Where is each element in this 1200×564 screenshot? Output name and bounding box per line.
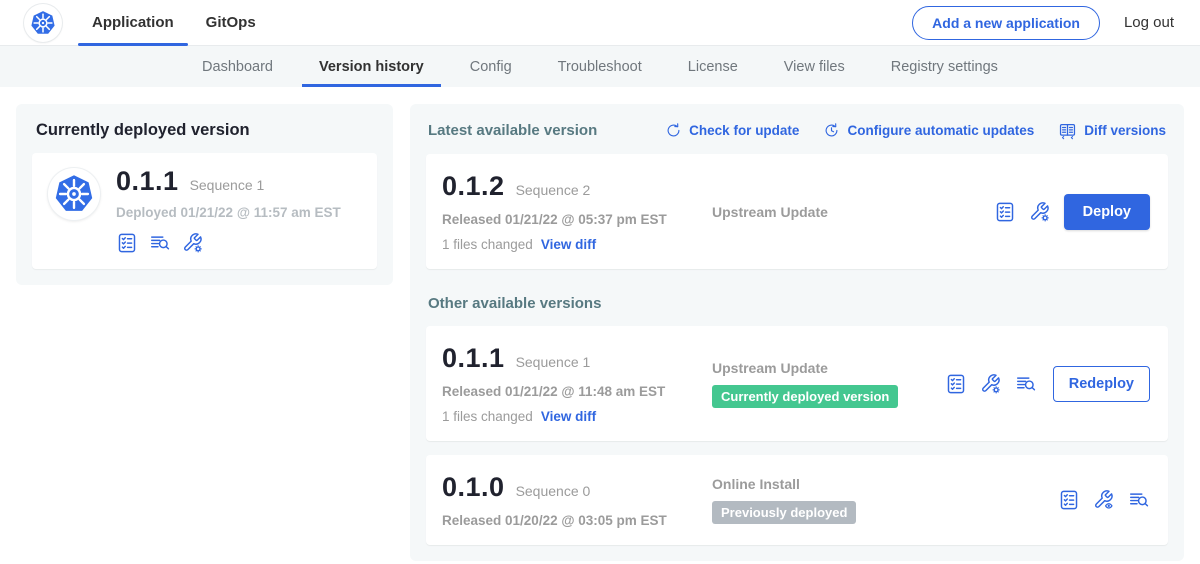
version-sequence: Sequence 0 — [516, 483, 591, 499]
deployed-sequence: Sequence 1 — [190, 177, 265, 193]
app-sub-nav: Dashboard Version history Config Trouble… — [0, 46, 1200, 87]
version-card-0-1-2: 0.1.2 Sequence 2 Released 01/21/22 @ 05:… — [426, 154, 1168, 269]
diff-versions-link[interactable]: Diff versions — [1058, 121, 1166, 140]
tab-application-label: Application — [92, 14, 174, 31]
preflight-checklist-icon[interactable] — [1058, 489, 1080, 511]
configure-automatic-updates-label: Configure automatic updates — [847, 123, 1034, 138]
currently-deployed-badge: Currently deployed version — [712, 385, 898, 408]
subnav-tab-view-files-label: View files — [784, 59, 845, 75]
topnav-tabs: Application GitOps — [76, 0, 272, 45]
top-nav: Application GitOps Add a new application… — [0, 0, 1200, 46]
version-number: 0.1.0 — [442, 472, 505, 503]
version-card-0-1-0: 0.1.0 Sequence 0 Released 01/20/22 @ 03:… — [426, 455, 1168, 545]
version-source: Upstream Update — [712, 360, 945, 376]
subnav-tab-license-label: License — [688, 59, 738, 75]
latest-available-title: Latest available version — [428, 122, 597, 139]
tab-application[interactable]: Application — [76, 0, 190, 45]
subnav-tab-version-history-label: Version history — [319, 59, 424, 75]
redeploy-button[interactable]: Redeploy — [1053, 366, 1150, 402]
deploy-logs-icon[interactable] — [1128, 489, 1150, 511]
diff-icon — [1058, 121, 1077, 140]
schedule-update-icon — [823, 122, 840, 139]
version-card-0-1-1: 0.1.1 Sequence 1 Released 01/21/22 @ 11:… — [426, 326, 1168, 441]
previously-deployed-badge: Previously deployed — [712, 501, 856, 524]
panel-header-actions: Check for update Configure automatic upd… — [665, 121, 1166, 140]
diff-versions-label: Diff versions — [1084, 123, 1166, 138]
subnav-tab-registry-settings[interactable]: Registry settings — [874, 46, 1015, 87]
edit-config-icon[interactable] — [182, 232, 204, 254]
deployed-timestamp: Deployed 01/21/22 @ 11:57 am EST — [116, 205, 341, 220]
other-versions-title: Other available versions — [428, 295, 1166, 312]
view-diff-link[interactable]: View diff — [541, 409, 596, 424]
preflight-checklist-icon[interactable] — [994, 201, 1016, 223]
deployed-version-number: 0.1.1 — [116, 166, 179, 197]
tab-gitops[interactable]: GitOps — [190, 0, 272, 45]
main-content: Currently deployed version 0.1.1 Sequenc… — [0, 87, 1200, 564]
tab-gitops-label: GitOps — [206, 14, 256, 31]
deploy-logs-icon[interactable] — [149, 232, 171, 254]
check-for-update-link[interactable]: Check for update — [665, 122, 799, 139]
subnav-tab-license[interactable]: License — [671, 46, 755, 87]
released-timestamp: Released 01/21/22 @ 11:48 am EST — [442, 384, 700, 399]
subnav-tab-view-files[interactable]: View files — [767, 46, 862, 87]
currently-deployed-panel: Currently deployed version 0.1.1 Sequenc… — [16, 104, 393, 285]
version-source: Upstream Update — [712, 204, 994, 220]
check-for-update-label: Check for update — [689, 123, 799, 138]
version-number: 0.1.2 — [442, 171, 505, 202]
preflight-checklist-icon[interactable] — [945, 373, 967, 395]
deployed-version-card: 0.1.1 Sequence 1 Deployed 01/21/22 @ 11:… — [32, 153, 377, 269]
edit-config-icon[interactable] — [1029, 201, 1051, 223]
files-changed-label: 1 files changed — [442, 237, 533, 252]
edit-config-icon[interactable] — [980, 373, 1002, 395]
logout-link[interactable]: Log out — [1124, 14, 1174, 31]
add-application-button[interactable]: Add a new application — [912, 6, 1100, 40]
kubernetes-logo — [24, 4, 62, 42]
subnav-tab-dashboard-label: Dashboard — [202, 59, 273, 75]
subnav-tab-registry-settings-label: Registry settings — [891, 59, 998, 75]
subnav-tab-dashboard[interactable]: Dashboard — [185, 46, 290, 87]
version-sequence: Sequence 2 — [516, 182, 591, 198]
refresh-icon — [665, 122, 682, 139]
subnav-tab-config-label: Config — [470, 59, 512, 75]
subnav-tab-version-history[interactable]: Version history — [302, 46, 441, 87]
version-source: Online Install — [712, 476, 1058, 492]
available-versions-panel: Latest available version Check for updat… — [410, 104, 1184, 561]
app-logo-kubernetes — [48, 168, 100, 220]
deploy-button[interactable]: Deploy — [1064, 194, 1150, 230]
version-number: 0.1.1 — [442, 343, 505, 374]
topnav-right: Add a new application Log out — [912, 6, 1174, 40]
released-timestamp: Released 01/20/22 @ 03:05 pm EST — [442, 513, 700, 528]
currently-deployed-title: Currently deployed version — [36, 121, 377, 140]
released-timestamp: Released 01/21/22 @ 05:37 pm EST — [442, 212, 700, 227]
subnav-tab-troubleshoot[interactable]: Troubleshoot — [541, 46, 659, 87]
files-changed-label: 1 files changed — [442, 409, 533, 424]
preflight-checklist-icon[interactable] — [116, 232, 138, 254]
subnav-tab-config[interactable]: Config — [453, 46, 529, 87]
version-sequence: Sequence 1 — [516, 354, 591, 370]
view-diff-link[interactable]: View diff — [541, 237, 596, 252]
deployed-version-info: 0.1.1 Sequence 1 Deployed 01/21/22 @ 11:… — [116, 166, 341, 254]
deploy-logs-icon[interactable] — [1015, 373, 1037, 395]
configure-automatic-updates-link[interactable]: Configure automatic updates — [823, 122, 1034, 139]
subnav-tab-troubleshoot-label: Troubleshoot — [558, 59, 642, 75]
view-config-icon[interactable] — [1093, 489, 1115, 511]
